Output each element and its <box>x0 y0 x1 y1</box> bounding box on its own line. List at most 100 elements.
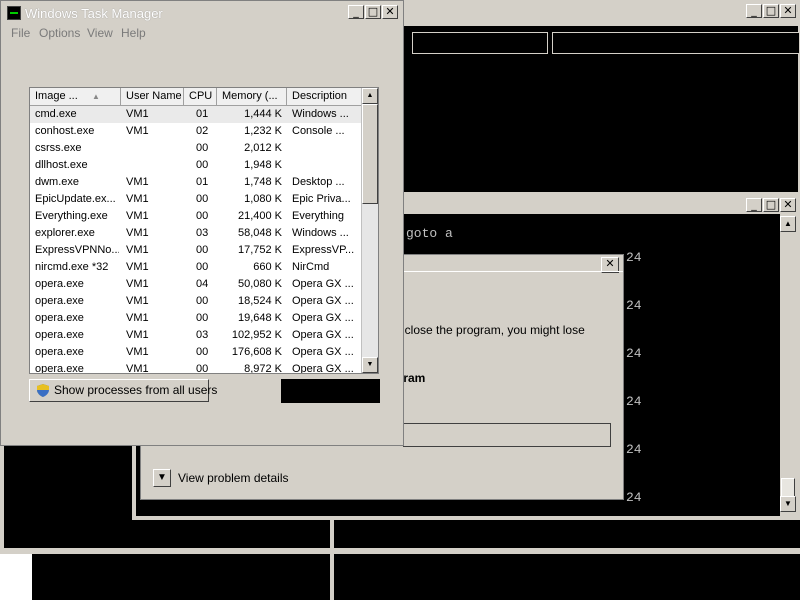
cell-user <box>126 157 182 174</box>
task-manager-titlebar[interactable]: Windows Task Manager _ □ ✕ <box>1 1 403 25</box>
cell-image: opera.exe <box>35 278 84 290</box>
minimize-button[interactable]: _ <box>348 5 364 19</box>
table-row[interactable]: opera.exe VM1 00 8,972 K Opera GX ... <box>30 361 362 374</box>
minimize-button[interactable]: _ <box>746 4 762 18</box>
close-button[interactable]: ✕ <box>780 4 796 18</box>
cell-description: Opera GX ... <box>292 363 354 374</box>
close-button[interactable]: ✕ <box>382 5 398 19</box>
menu-file[interactable]: File <box>11 26 30 40</box>
menu-view[interactable]: View <box>87 26 113 40</box>
scroll-up-icon[interactable]: ▲ <box>362 88 378 104</box>
maximize-button[interactable]: □ <box>763 4 779 18</box>
cell-memory: 102,952 K <box>231 329 282 341</box>
window-edge <box>0 548 800 554</box>
menu-help[interactable]: Help <box>121 26 146 40</box>
cell-memory: 8,972 K <box>244 363 282 374</box>
cell-cpu: 01 <box>196 176 209 188</box>
table-row[interactable]: explorer.exe VM1 03 58,048 K Windows ... <box>30 225 362 242</box>
chevron-down-icon[interactable]: ▼ <box>153 469 171 487</box>
dialog-message: rt or close the program, you might lose <box>380 323 585 337</box>
cell-cpu: 04 <box>196 278 209 290</box>
cell-description: Opera GX ... <box>292 312 354 324</box>
cell-description: Everything <box>292 210 344 222</box>
show-all-users-button[interactable]: Show processes from all users <box>29 379 217 402</box>
process-list-scrollbar[interactable]: ▲ ▼ <box>361 88 378 373</box>
table-row[interactable]: dwm.exe VM1 01 1,748 K Desktop ... <box>30 174 362 191</box>
cell-cpu: 00 <box>196 346 209 358</box>
menu-options[interactable]: Options <box>39 26 80 40</box>
table-row[interactable]: cmd.exe VM1 01 1,444 K Windows ... <box>30 106 362 123</box>
background-console-titlebar[interactable]: _ □ ✕ <box>402 0 798 26</box>
table-row[interactable]: EpicUpdate.ex... VM1 00 1,080 K Epic Priva..… <box>30 191 362 208</box>
cell-user: VM1 <box>126 244 149 256</box>
console-number: 24 <box>626 250 642 265</box>
cell-user: VM1 <box>126 176 149 188</box>
scroll-down-icon[interactable]: ▼ <box>780 496 796 512</box>
table-row[interactable]: Everything.exe VM1 00 21,400 K Everything <box>30 208 362 225</box>
console-number: 24 <box>626 298 642 313</box>
background-console-window: _ □ ✕ <box>400 0 800 200</box>
table-row[interactable]: opera.exe VM1 04 50,080 K Opera GX ... <box>30 276 362 293</box>
cell-cpu: 00 <box>196 193 209 205</box>
process-list[interactable]: Image ... ▲ User Name CPU Memory (... De… <box>29 87 379 374</box>
cell-memory: 18,524 K <box>237 295 282 307</box>
cell-cpu: 00 <box>196 363 209 374</box>
view-problem-details-label[interactable]: View problem details <box>178 471 289 485</box>
table-row[interactable]: ExpressVPNNo... VM1 00 17,752 K ExpressVP... <box>30 242 362 259</box>
maximize-button[interactable]: □ <box>365 5 381 19</box>
sort-ascending-icon: ▲ <box>92 92 100 101</box>
cell-description: Opera GX ... <box>292 329 354 341</box>
console-number: 24 <box>626 490 642 505</box>
cell-description <box>292 157 360 174</box>
console-field-1 <box>412 32 548 54</box>
cell-image: nircmd.exe *32 <box>35 261 109 273</box>
cell-memory: 1,232 K <box>244 125 282 137</box>
cell-image: dwm.exe <box>35 176 80 188</box>
table-row[interactable]: dllhost.exe 00 1,948 K <box>30 157 362 174</box>
column-header-memory[interactable]: Memory (... <box>217 88 287 105</box>
cell-description: Desktop ... <box>292 176 345 188</box>
cell-memory: 50,080 K <box>237 278 282 290</box>
task-manager-window: Windows Task Manager _ □ ✕ File Options … <box>0 0 404 446</box>
dialog-option-button[interactable] <box>403 423 611 447</box>
end-process-button-obscured <box>281 379 380 403</box>
cell-image: cmd.exe <box>35 108 77 120</box>
window-edge <box>0 446 4 554</box>
table-row[interactable]: opera.exe VM1 00 19,648 K Opera GX ... <box>30 310 362 327</box>
column-header-image[interactable]: Image ... ▲ <box>30 88 121 105</box>
cell-description: Windows ... <box>292 227 349 239</box>
table-row[interactable]: nircmd.exe *32 VM1 00 660 K NirCmd <box>30 259 362 276</box>
cell-cpu: 00 <box>196 159 209 171</box>
window-edge <box>0 554 32 600</box>
minimize-button[interactable]: _ <box>746 198 762 212</box>
cell-memory: 1,948 K <box>244 159 282 171</box>
scroll-up-icon[interactable]: ▲ <box>780 216 796 232</box>
cell-user: VM1 <box>126 210 149 222</box>
scroll-down-icon[interactable]: ▼ <box>362 357 378 373</box>
column-header-description[interactable]: Description <box>287 88 362 105</box>
cell-user: VM1 <box>126 278 149 290</box>
cell-user: VM1 <box>126 295 149 307</box>
console-field-2 <box>552 32 800 54</box>
menu-bar: File Options View Help <box>1 25 403 43</box>
maximize-button[interactable]: □ <box>763 198 779 212</box>
table-row[interactable]: conhost.exe VM1 02 1,232 K Console ... <box>30 123 362 140</box>
cell-image: conhost.exe <box>35 125 95 137</box>
cell-user: VM1 <box>126 363 149 374</box>
column-header-cpu[interactable]: CPU <box>184 88 217 105</box>
cell-image: opera.exe <box>35 295 84 307</box>
column-header-user[interactable]: User Name <box>121 88 184 105</box>
cell-cpu: 00 <box>196 312 209 324</box>
console-scrollbar[interactable] <box>780 214 796 516</box>
cell-cpu: 03 <box>196 329 209 341</box>
table-row[interactable]: opera.exe VM1 00 18,524 K Opera GX ... <box>30 293 362 310</box>
cell-description: NirCmd <box>292 261 330 273</box>
cell-cpu: 00 <box>196 142 209 154</box>
cell-description: Opera GX ... <box>292 295 354 307</box>
table-row[interactable]: opera.exe VM1 00 176,608 K Opera GX ... <box>30 344 362 361</box>
table-row[interactable]: csrss.exe 00 2,012 K <box>30 140 362 157</box>
cell-image: dllhost.exe <box>35 159 88 171</box>
close-button[interactable]: ✕ <box>780 198 796 212</box>
process-list-scroll-thumb[interactable] <box>362 104 378 204</box>
table-row[interactable]: opera.exe VM1 03 102,952 K Opera GX ... <box>30 327 362 344</box>
